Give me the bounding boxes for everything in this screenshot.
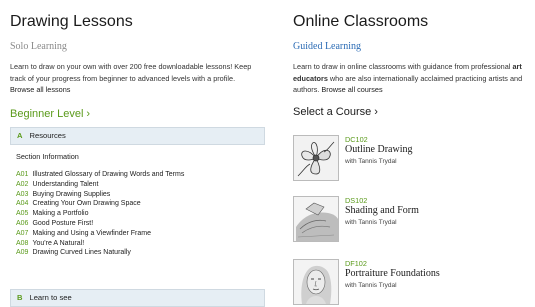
lesson-list: A01 Illustrated Glossary of Drawing Words… [16,170,184,258]
lesson-item[interactable]: A05 Making a Portfolio [16,209,184,219]
shaded-form-sketch-icon[interactable] [293,196,339,242]
course-code: DC102 [345,135,368,144]
select-a-course-link[interactable]: Select a Course › [293,106,378,118]
chevron-right-icon: › [86,108,91,120]
classrooms-description-text-1: Learn to draw in online classrooms with … [293,62,513,71]
course-instructor: with Tannis Trydal [345,282,397,289]
section-a-label: Resources [29,131,66,140]
lesson-code: A02 [16,180,29,188]
lesson-item[interactable]: A02 Understanding Talent [16,180,184,190]
lesson-title: Creating Your Own Drawing Space [32,200,141,208]
browse-all-lessons-link[interactable]: Browse all lessons [10,84,265,95]
course-card-shading-and-form[interactable]: DS102 Shading and Form with Tannis Tryda… [293,196,529,244]
flower-sketch-icon[interactable] [293,135,339,181]
online-classrooms-column: Online Classrooms Guided Learning Learn … [293,0,529,305]
portrait-sketch-icon[interactable] [293,259,339,305]
lesson-title: Understanding Talent [32,180,99,188]
lesson-title: Making and Using a Viewfinder Frame [32,229,152,237]
solo-learning-subtitle: Solo Learning [10,41,67,52]
drawing-lessons-column: Drawing Lessons Solo Learning Learn to d… [10,0,265,120]
lesson-title: Drawing Curved Lines Naturally [32,249,131,257]
guided-learning-subtitle[interactable]: Guided Learning [293,41,529,52]
lesson-code: A09 [16,249,29,257]
lesson-item[interactable]: A08 You're A Natural! [16,239,184,249]
lesson-code: A06 [16,219,29,227]
course-title[interactable]: Outline Drawing [345,144,413,155]
beginner-level-label: Beginner Level [10,108,84,120]
lesson-code: A05 [16,210,29,218]
course-instructor: with Tannis Trydal [345,219,397,226]
section-a-resources-header[interactable]: A Resources [10,127,265,145]
lesson-item[interactable]: A04 Creating Your Own Drawing Space [16,199,184,209]
lesson-code: A08 [16,239,29,247]
beginner-level-link[interactable]: Beginner Level › [10,108,265,120]
lesson-code: A01 [16,171,29,178]
drawing-lessons-description: Learn to draw on your own with over 200 … [10,61,265,95]
section-a-letter: A [17,131,23,140]
browse-all-courses-link[interactable]: Browse all courses [321,85,382,94]
lesson-code: A04 [16,200,29,208]
lesson-item[interactable]: A07 Making and Using a Viewfinder Frame [16,229,184,239]
section-b-label: Learn to see [29,293,72,302]
drawing-lessons-title: Drawing Lessons [10,13,133,30]
course-instructor: with Tannis Trydal [345,158,397,165]
course-card-outline-drawing[interactable]: DC102 Outline Drawing with Tannis Trydal [293,135,529,183]
lesson-item[interactable]: A01 Illustrated Glossary of Drawing Words… [16,170,184,180]
lesson-item[interactable]: A06 Good Posture First! [16,219,184,229]
course-title[interactable]: Shading and Form [345,205,419,216]
lesson-code: A07 [16,229,29,237]
lesson-title: You're A Natural! [32,239,85,247]
lesson-title: Buying Drawing Supplies [32,190,111,198]
chevron-right-icon: › [374,106,378,118]
select-a-course-label: Select a Course [293,106,372,118]
course-code: DS102 [345,196,368,205]
course-code: DF102 [345,259,367,268]
section-b-learn-to-see-header[interactable]: B Learn to see [10,289,265,307]
lesson-item[interactable]: A03 Buying Drawing Supplies [16,190,184,200]
drawing-lessons-description-text: Learn to draw on your own with over 200 … [10,62,252,83]
course-title[interactable]: Portraiture Foundations [345,268,440,279]
lesson-title: Illustrated Glossary of Drawing Words an… [32,171,185,178]
section-information-label: Section Information [16,152,79,161]
lesson-item[interactable]: A09 Drawing Curved Lines Naturally [16,248,184,258]
online-classrooms-title: Online Classrooms [293,13,429,30]
online-classrooms-description: Learn to draw in online classrooms with … [293,61,529,96]
lesson-code: A03 [16,190,29,198]
section-b-letter: B [17,293,23,302]
course-card-portraiture-foundations[interactable]: DF102 Portraiture Foundations with Tanni… [293,259,529,307]
lesson-title: Good Posture First! [32,219,94,227]
lesson-title: Making a Portfolio [32,210,89,218]
